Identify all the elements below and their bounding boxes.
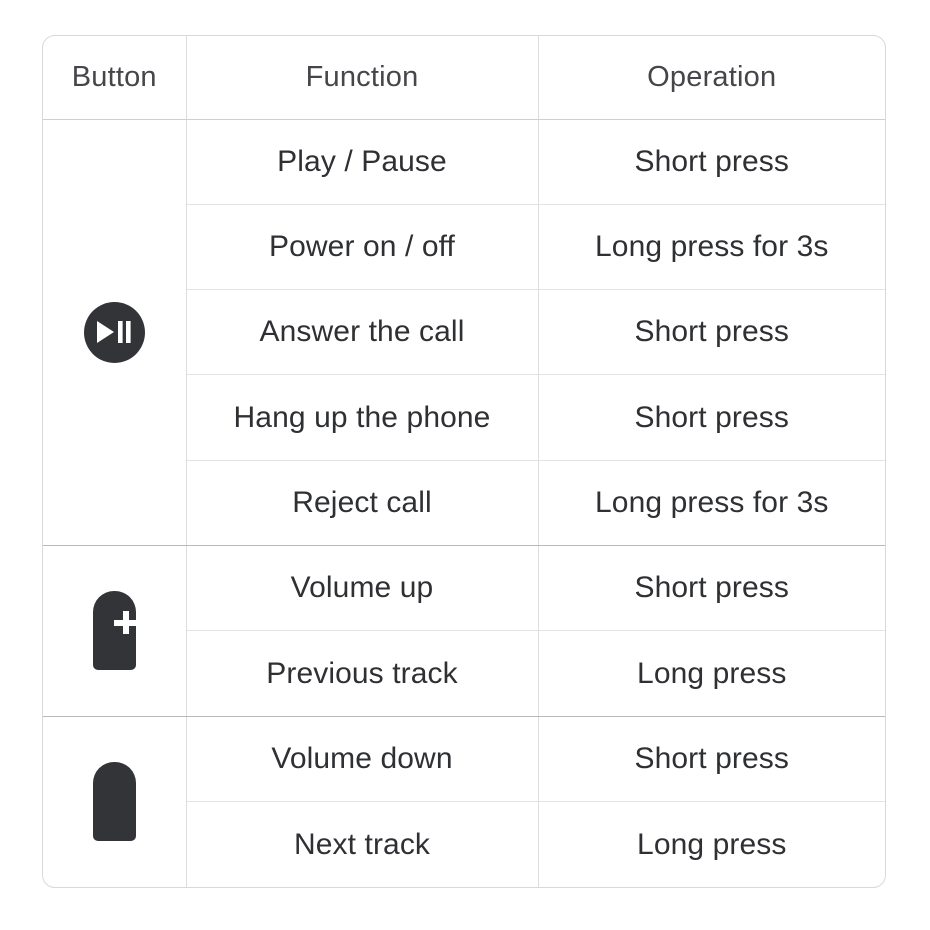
- operation-cell: Short press: [538, 119, 885, 205]
- table-grid: Button Function Operation Play / Pause S…: [43, 36, 885, 887]
- function-cell: Hang up the phone: [186, 374, 539, 461]
- column-header-button: Button: [43, 36, 187, 120]
- play-pause-glyph: [97, 321, 131, 344]
- play-pause-icon: [83, 301, 145, 363]
- function-cell: Play / Pause: [186, 119, 539, 205]
- operation-cell: Long press: [637, 827, 787, 861]
- table-row: Volume up Short press: [43, 545, 885, 717]
- operation-cell: Long press: [538, 630, 885, 717]
- icon-wrap: [43, 301, 186, 363]
- table-row: Volume down Short press: [43, 716, 885, 887]
- icon-wrap: [43, 762, 186, 842]
- page-canvas: Button Function Operation Play / Pause S…: [0, 0, 930, 930]
- function-cell: Next track: [186, 801, 539, 887]
- function-cell: Volume down: [186, 716, 539, 803]
- function-cell: Power on / off: [186, 204, 539, 291]
- operation-cell: Short press: [538, 716, 885, 803]
- table-head: Button Function Operation: [43, 36, 885, 120]
- function-cell: Volume up: [186, 545, 539, 632]
- operation-cell: Long press for 3s: [538, 460, 885, 547]
- operation-cell: Short press: [538, 374, 885, 461]
- button-cell-play-pause: [43, 119, 187, 547]
- button-cell-volume-down: [43, 716, 187, 887]
- button-function-table: Button Function Operation Play / Pause S…: [42, 35, 886, 888]
- table-header-row: Button Function Operation: [43, 36, 885, 120]
- function-cell: Answer the call: [186, 289, 539, 376]
- table-row: Play / Pause Short press: [43, 119, 885, 547]
- column-header-operation: Operation: [538, 36, 885, 120]
- column-header-function: Function: [186, 36, 539, 120]
- icon-wrap: [43, 591, 186, 671]
- operation-cell: Long press for 3s: [538, 204, 885, 291]
- volume-up-icon: [92, 591, 136, 671]
- operation-cell: Short press: [538, 289, 885, 376]
- function-cell: Previous track: [186, 630, 539, 717]
- button-cell-volume-up: [43, 545, 187, 717]
- table-body: Play / Pause Short press Power on / off …: [43, 119, 885, 887]
- operation-cell: Short press: [538, 545, 885, 632]
- function-cell: Reject call: [186, 460, 539, 547]
- volume-down-icon: [92, 762, 136, 842]
